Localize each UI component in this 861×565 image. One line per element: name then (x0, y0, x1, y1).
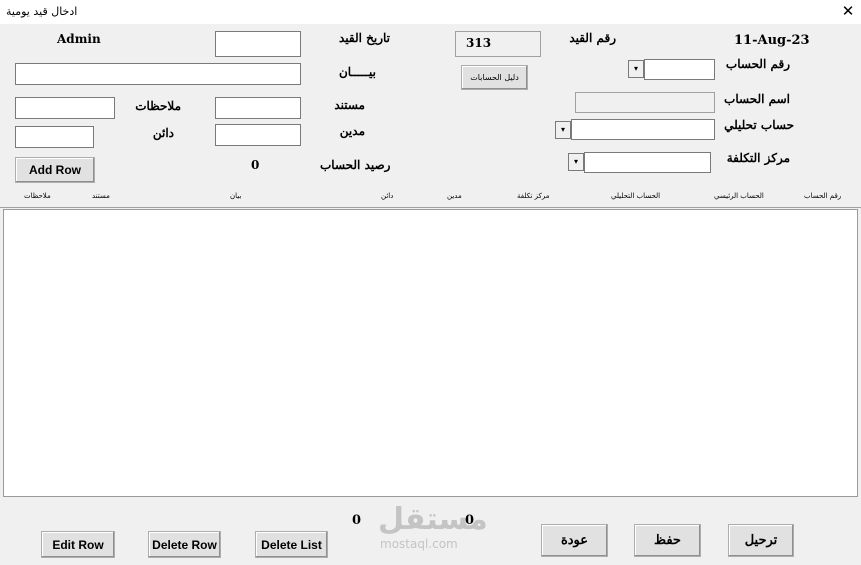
current-user: Admin (57, 32, 101, 46)
column-header-document: مستند (92, 192, 110, 200)
credit-input[interactable] (15, 126, 94, 148)
window-title: ادخال قيد يومية (6, 5, 78, 18)
entry-date-label: تاريخ القيد (338, 31, 390, 45)
document-input[interactable] (215, 97, 301, 119)
document-label: مستند (334, 98, 365, 112)
column-header-analytic-account: الحساب التحليلي (611, 192, 661, 200)
header-separator (0, 207, 861, 208)
chevron-down-icon: ▾ (560, 125, 565, 134)
total-debit-value: 0 (465, 513, 475, 528)
chevron-down-icon: ▾ (633, 64, 638, 73)
column-header-account-no: رقم الحساب (804, 192, 842, 200)
account-balance-label: رصيد الحساب (320, 158, 391, 172)
chevron-down-icon: ▾ (573, 157, 578, 166)
entry-no-label: رقم القيد (569, 31, 616, 45)
column-header-description: بيان (230, 192, 242, 200)
column-header-credit: دائن (381, 192, 394, 200)
entries-list[interactable] (3, 209, 858, 497)
cost-center-combobox[interactable] (584, 152, 711, 173)
account-no-combobox[interactable] (644, 59, 715, 80)
notes-label: ملاحظات (135, 99, 181, 113)
account-name-label: اسم الحساب (724, 92, 790, 106)
description-input[interactable] (15, 63, 301, 85)
close-icon[interactable]: ✕ (839, 2, 857, 20)
edit-row-button[interactable]: Edit Row (41, 531, 115, 558)
delete-row-button[interactable]: Delete Row (148, 531, 221, 558)
debit-label: مدين (339, 124, 365, 138)
cost-center-dropdown-button[interactable]: ▾ (568, 153, 584, 171)
delete-list-button[interactable]: Delete List (255, 531, 328, 558)
analytic-account-combobox[interactable] (571, 119, 715, 140)
entry-no-field: 313 (455, 31, 541, 57)
total-credit-value: 0 (352, 513, 362, 528)
credit-label: دائن (152, 126, 174, 140)
column-header-main-account: الحساب الرئيسي (714, 192, 764, 200)
entry-date-input[interactable] (215, 31, 301, 57)
notes-input[interactable] (15, 97, 115, 119)
post-button[interactable]: ترحيل (728, 524, 794, 557)
add-row-button[interactable]: Add Row (15, 157, 95, 183)
accounts-guide-button[interactable]: دليل الحسابات (461, 65, 528, 90)
current-date: 11-Aug-23 (734, 33, 810, 48)
account-balance-value: 0 (251, 158, 260, 172)
cost-center-label: مركز التكلفة (726, 151, 790, 165)
column-header-cost-center: مركز تكلفة (517, 192, 550, 200)
column-header-debit: مدين (447, 192, 462, 200)
account-no-label: رقم الحساب (725, 57, 790, 71)
title-bar (0, 0, 861, 24)
save-button[interactable]: حفظ (634, 524, 701, 557)
debit-input[interactable] (215, 124, 301, 146)
watermark-url: mostaql.com (380, 537, 458, 551)
analytic-account-dropdown-button[interactable]: ▾ (555, 121, 571, 139)
column-header-notes: ملاحظات (24, 192, 51, 200)
analytic-account-label: حساب تحليلي (724, 118, 794, 132)
back-button[interactable]: عودة (541, 524, 608, 557)
account-name-field (575, 92, 715, 113)
account-no-dropdown-button[interactable]: ▾ (628, 60, 644, 78)
description-label: بيـــــان (338, 65, 376, 79)
